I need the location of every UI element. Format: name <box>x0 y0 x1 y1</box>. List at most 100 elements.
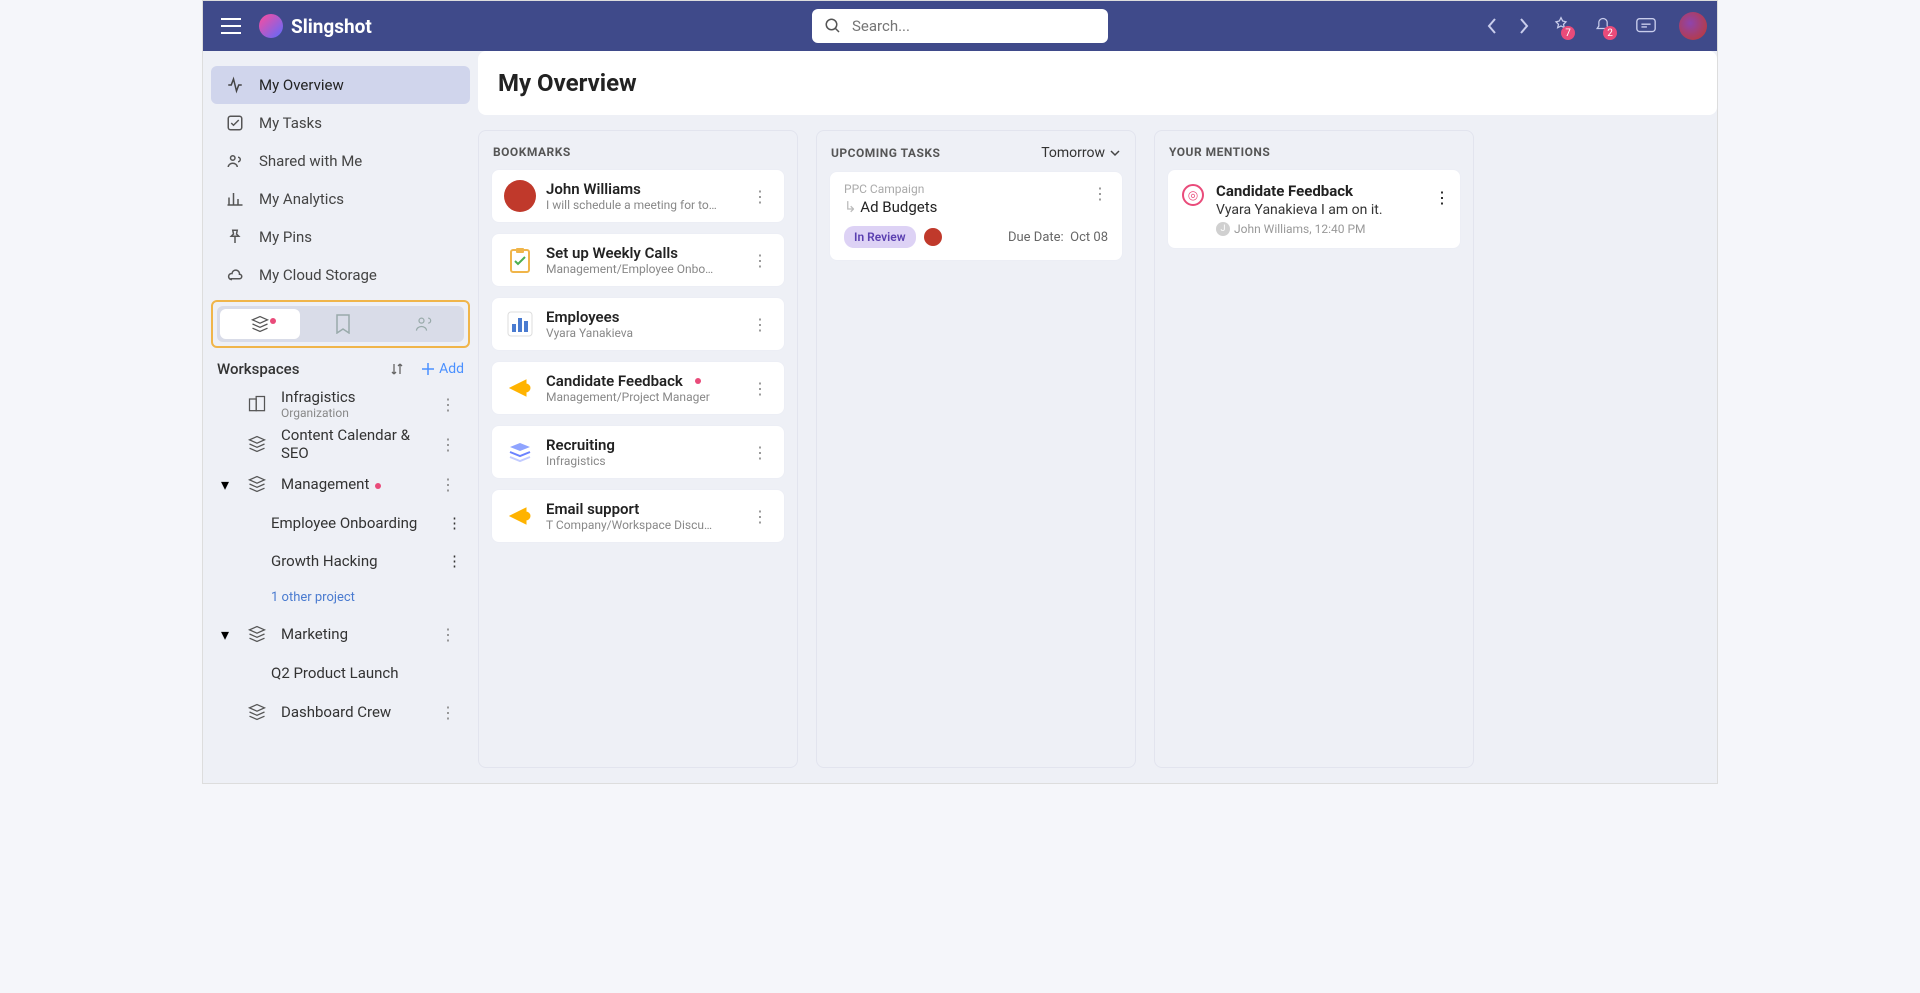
nav-analytics[interactable]: My Analytics <box>211 180 470 218</box>
bookmark-title: Email support <box>546 500 738 518</box>
mention-meta: J John Williams, 12:40 PM <box>1216 222 1446 236</box>
search-wrap <box>812 9 1108 43</box>
scope-tab-bookmarks[interactable] <box>303 306 383 342</box>
brand-logo[interactable]: Slingshot <box>259 14 372 38</box>
more-icon[interactable]: ⋮ <box>436 621 460 648</box>
nav-my-tasks[interactable]: My Tasks <box>211 104 470 142</box>
bookmark-card[interactable]: Candidate Feedback Management/Project Ma… <box>491 361 785 415</box>
bookmark-subtitle: T Company/Workspace Discu… <box>546 518 736 532</box>
nav-label: My Pins <box>259 228 312 246</box>
sidebar: My Overview My Tasks Shared with Me My A… <box>203 51 478 783</box>
add-workspace-button[interactable]: Add <box>421 361 464 377</box>
more-icon[interactable]: ⋮ <box>1434 188 1450 207</box>
dot-icon <box>270 318 276 324</box>
workspace-other-projects[interactable]: 1 other project <box>211 580 470 614</box>
bookmark-subtitle: I will schedule a meeting for to… <box>546 198 736 212</box>
search-icon <box>824 17 842 35</box>
more-icon[interactable]: ⋮ <box>436 699 460 726</box>
mentions-title: YOUR MENTIONS <box>1169 145 1270 159</box>
hamburger-menu-icon[interactable] <box>213 10 249 42</box>
bookmark-card[interactable]: John Williams I will schedule a meeting … <box>491 169 785 223</box>
workspace-infragistics[interactable]: Infragistics Organization ⋮ <box>211 384 470 424</box>
announcements-badge: 7 <box>1561 26 1575 40</box>
sort-icon[interactable] <box>389 361 405 377</box>
workspace-management[interactable]: ▾ Management ⋮ <box>211 464 470 504</box>
workspace-child[interactable]: Growth Hacking ⋮ <box>211 542 470 580</box>
search-input[interactable] <box>812 9 1108 43</box>
nav-back-icon[interactable] <box>1487 18 1497 34</box>
more-icon[interactable]: ⋮ <box>447 552 462 570</box>
nav-label: My Cloud Storage <box>259 266 377 284</box>
bookmark-title: Recruiting <box>546 436 738 454</box>
nav-pins[interactable]: My Pins <box>211 218 470 256</box>
upcoming-filter[interactable]: Tomorrow <box>1041 145 1121 161</box>
task-card[interactable]: ⋮ PPC Campaign ↳ Ad Budgets In Review Du… <box>829 171 1123 261</box>
more-icon[interactable]: ⋮ <box>748 183 772 210</box>
scope-tabs <box>217 306 464 342</box>
mention-title: Candidate Feedback <box>1216 182 1446 200</box>
nav-forward-icon[interactable] <box>1519 18 1529 34</box>
chevron-down-icon <box>1109 147 1121 159</box>
workspace-child[interactable]: Employee Onboarding ⋮ <box>211 504 470 542</box>
bookmark-card[interactable]: Email support T Company/Workspace Discu…… <box>491 489 785 543</box>
mention-text: Vyara Yanakieva I am on it. <box>1216 202 1446 218</box>
caret-down-icon[interactable]: ▾ <box>221 475 233 494</box>
mentions-column: YOUR MENTIONS ◎ Candidate Feedback Vyara… <box>1154 130 1474 768</box>
more-icon[interactable]: ⋮ <box>436 471 460 498</box>
scope-tab-workspaces[interactable] <box>220 309 300 339</box>
more-icon[interactable]: ⋮ <box>436 431 460 458</box>
notifications-icon[interactable]: 2 <box>1593 16 1613 36</box>
mention-card[interactable]: ◎ Candidate Feedback Vyara Yanakieva I a… <box>1167 169 1461 249</box>
task-parent: PPC Campaign <box>844 182 1108 196</box>
bookmark-card[interactable]: Recruiting Infragistics ⋮ <box>491 425 785 479</box>
more-icon[interactable]: ⋮ <box>748 375 772 402</box>
author-initial-icon: J <box>1216 222 1230 236</box>
bookmark-subtitle: Management/Project Manager <box>546 390 736 404</box>
notifications-badge: 2 <box>1603 26 1617 40</box>
upcoming-column: UPCOMING TASKS Tomorrow ⋮ PPC Campaign ↳… <box>816 130 1136 768</box>
add-label: Add <box>439 361 464 377</box>
target-icon: ◎ <box>1182 184 1204 206</box>
task-due: Due Date: Oct 08 <box>1008 230 1108 245</box>
workspace-content-calendar[interactable]: Content Calendar & SEO ⋮ <box>211 424 470 464</box>
more-icon[interactable]: ⋮ <box>1092 184 1108 203</box>
bookmark-card[interactable]: Employees Vyara Yanakieva ⋮ <box>491 297 785 351</box>
stack-icon <box>245 702 269 722</box>
bookmarks-column: BOOKMARKS John Williams I will schedule … <box>478 130 798 768</box>
pin-icon <box>225 228 245 246</box>
workspace-marketing[interactable]: ▾ Marketing ⋮ <box>211 614 470 654</box>
bookmark-subtitle: Vyara Yanakieva <box>546 326 736 340</box>
brand-name: Slingshot <box>291 15 372 38</box>
user-avatar[interactable] <box>1679 12 1707 40</box>
more-icon[interactable]: ⋮ <box>748 247 772 274</box>
announcements-icon[interactable]: 7 <box>1551 16 1571 36</box>
megaphone-icon <box>504 372 536 404</box>
more-icon[interactable]: ⋮ <box>447 514 462 532</box>
caret-down-icon[interactable]: ▾ <box>221 625 233 644</box>
more-icon[interactable]: ⋮ <box>748 311 772 338</box>
more-icon[interactable]: ⋮ <box>748 503 772 530</box>
activity-icon <box>225 76 245 94</box>
topbar: Slingshot 7 2 <box>203 1 1717 51</box>
workspace-dashboard-crew[interactable]: Dashboard Crew ⋮ <box>211 692 470 732</box>
dot-icon <box>375 483 381 489</box>
nav-label: Shared with Me <box>259 152 362 170</box>
more-icon[interactable]: ⋮ <box>436 391 460 418</box>
stack-icon <box>245 434 269 454</box>
messages-icon[interactable] <box>1635 16 1657 36</box>
bookmark-card[interactable]: Set up Weekly Calls Management/Employee … <box>491 233 785 287</box>
nav-my-overview[interactable]: My Overview <box>211 66 470 104</box>
bookmarks-title: BOOKMARKS <box>493 145 571 159</box>
scope-tab-people[interactable] <box>384 306 464 342</box>
bookmark-title: John Williams <box>546 180 738 198</box>
workspace-child[interactable]: Q2 Product Launch <box>211 654 470 692</box>
nav-cloud[interactable]: My Cloud Storage <box>211 256 470 294</box>
dot-icon <box>695 378 701 384</box>
checkbox-icon <box>225 114 245 132</box>
people-icon <box>225 152 245 170</box>
workspace-label: Infragistics <box>281 388 424 406</box>
more-icon[interactable]: ⋮ <box>748 439 772 466</box>
nav-shared[interactable]: Shared with Me <box>211 142 470 180</box>
nav-label: My Analytics <box>259 190 344 208</box>
stack-icon <box>245 474 269 494</box>
